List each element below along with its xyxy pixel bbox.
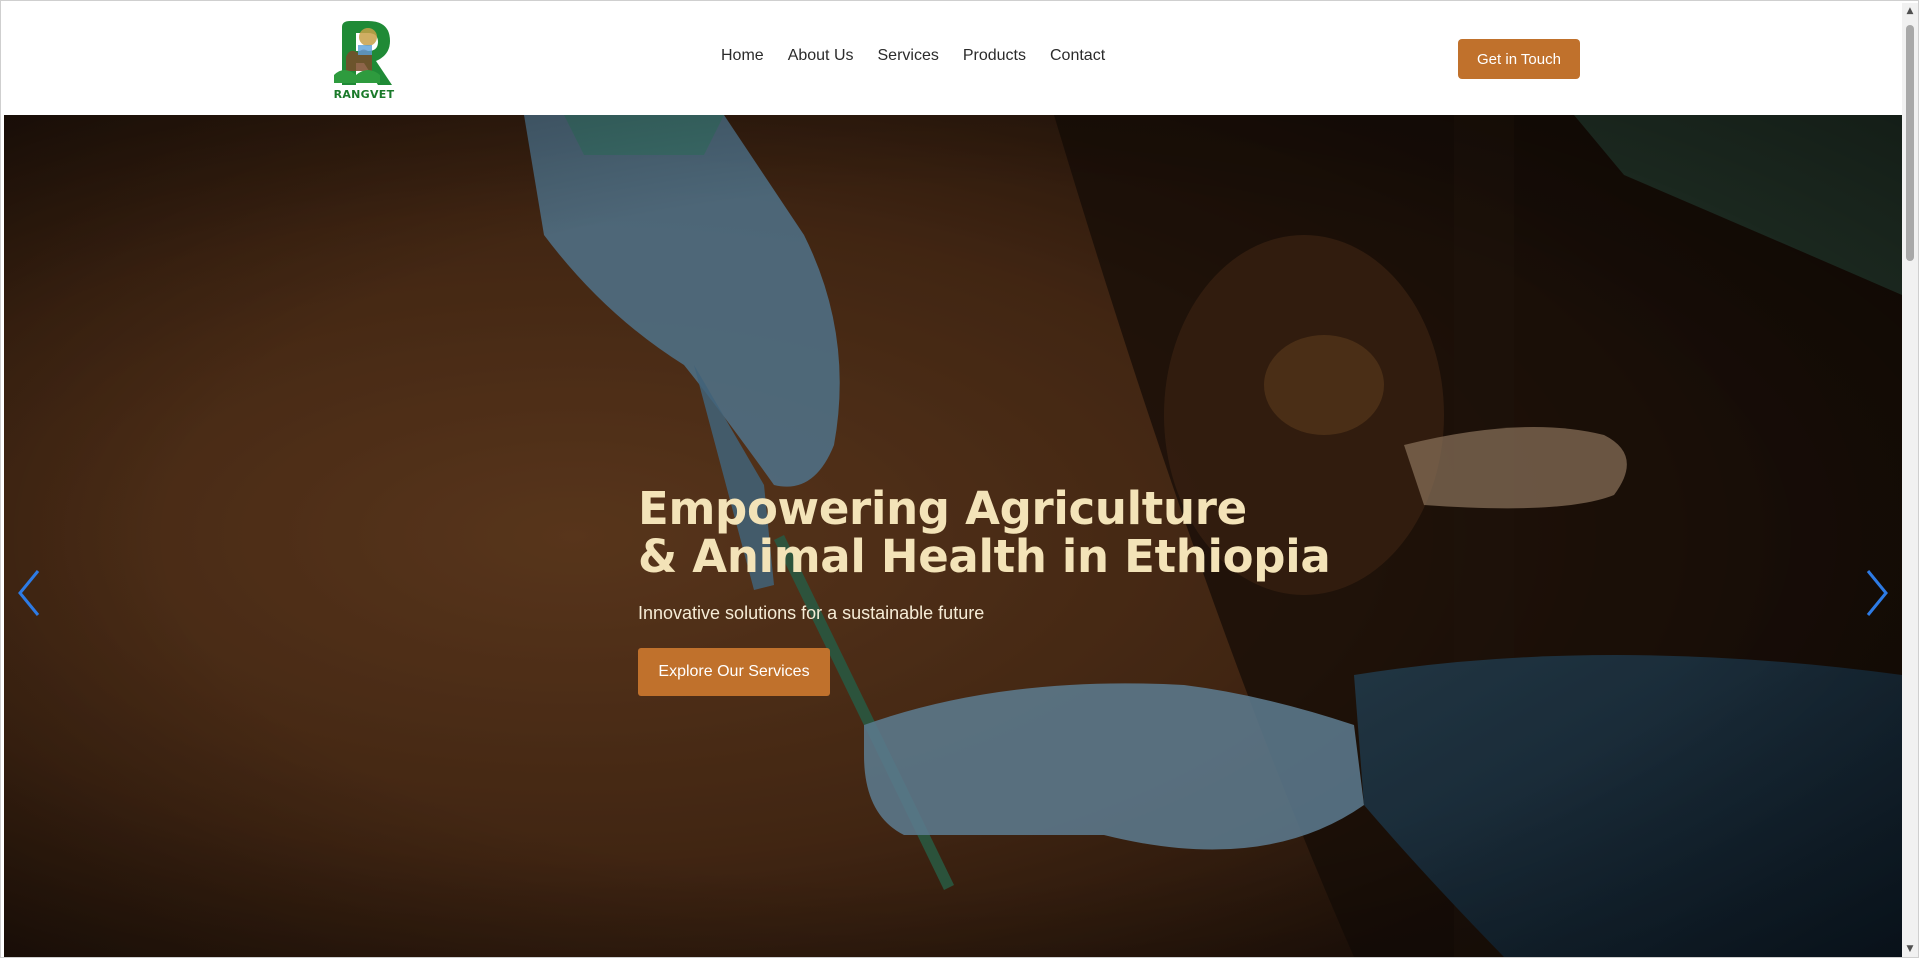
scrollbar-thumb[interactable] xyxy=(1906,25,1914,261)
nav-about-us[interactable]: About Us xyxy=(788,47,854,65)
nav-services[interactable]: Services xyxy=(878,47,939,65)
scroll-up-arrow-icon[interactable]: ▲ xyxy=(1902,3,1918,19)
chevron-right-icon xyxy=(1866,570,1888,616)
nav-products[interactable]: Products xyxy=(963,47,1026,65)
carousel-prev-button[interactable] xyxy=(10,567,50,619)
rangvet-logo[interactable]: RANGVET xyxy=(328,17,400,101)
chevron-left-icon xyxy=(18,570,40,616)
hero-subtitle: Innovative solutions for a sustainable f… xyxy=(638,603,985,623)
browser-window: RANGVET Home About Us Services Products … xyxy=(0,0,1919,958)
get-in-touch-button[interactable]: Get in Touch xyxy=(1458,39,1580,79)
page-viewport: RANGVET Home About Us Services Products … xyxy=(4,3,1902,957)
hero-title: Empowering Agriculture & Animal Health i… xyxy=(638,485,1338,581)
hero-carousel: Empowering Agriculture & Animal Health i… xyxy=(4,115,1902,957)
vertical-scrollbar[interactable]: ▲ ▼ xyxy=(1902,3,1918,957)
nav-home[interactable]: Home xyxy=(721,47,764,65)
carousel-next-button[interactable] xyxy=(1856,567,1896,619)
explore-services-button[interactable]: Explore Our Services xyxy=(638,648,830,696)
main-nav: Home About Us Services Products Contact xyxy=(721,47,1129,65)
hero-title-line-2: & Animal Health in Ethiopia xyxy=(638,530,1331,583)
hero-text-block: Empowering Agriculture & Animal Health i… xyxy=(638,485,1338,696)
site-header: RANGVET Home About Us Services Products … xyxy=(4,3,1902,115)
hero-title-line-1: Empowering Agriculture xyxy=(638,482,1247,535)
nav-contact[interactable]: Contact xyxy=(1050,47,1105,65)
logo-emblem-icon xyxy=(334,21,392,85)
scroll-down-arrow-icon[interactable]: ▼ xyxy=(1902,941,1918,957)
logo-wordmark: RANGVET xyxy=(333,88,395,101)
